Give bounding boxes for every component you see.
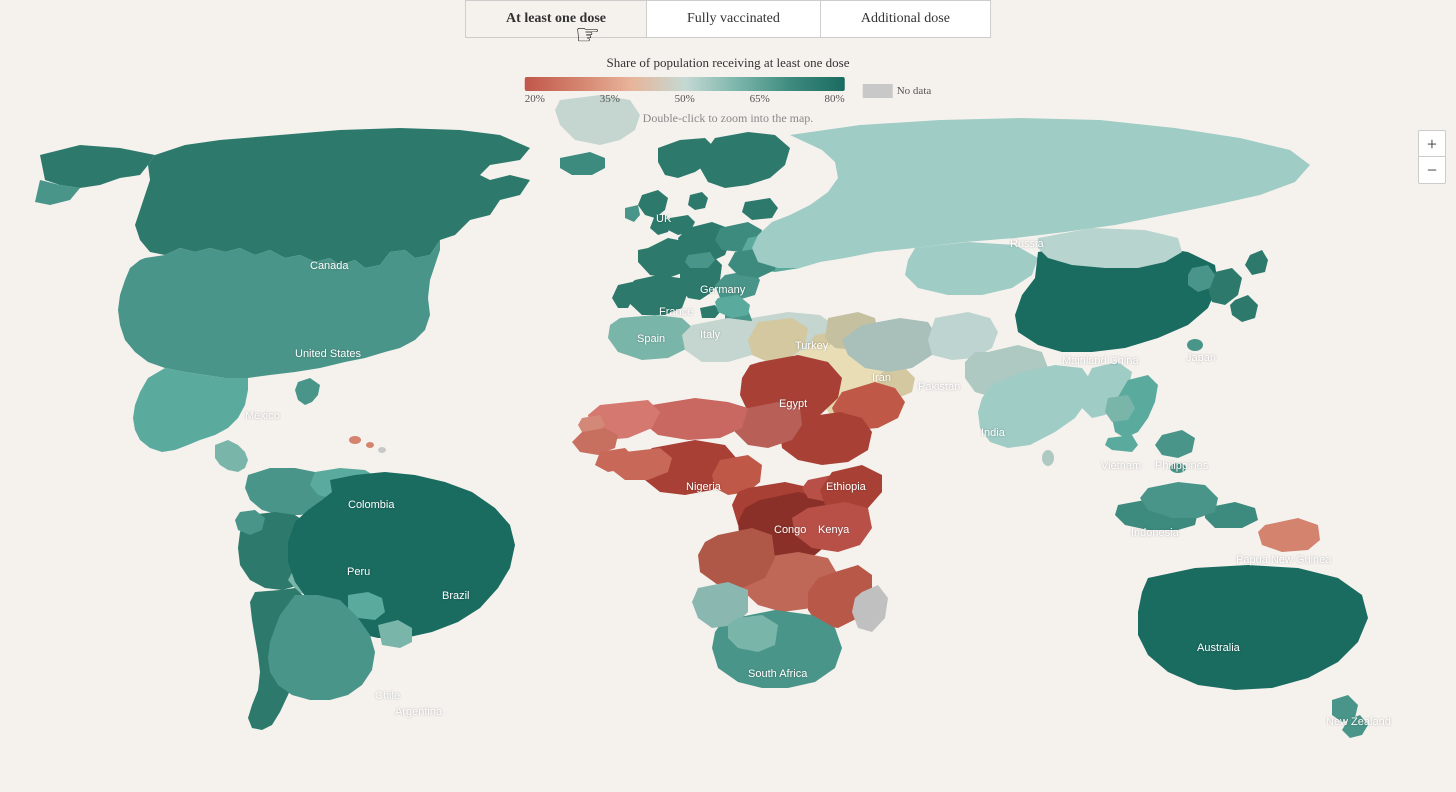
legend-label-20: 20%: [525, 93, 545, 105]
legend: Share of population receiving at least o…: [525, 55, 932, 126]
tab-additional-dose[interactable]: Additional dose: [821, 1, 990, 37]
legend-label-65: 65%: [750, 93, 770, 105]
legend-label-80: 80%: [825, 93, 845, 105]
tabs-container: At least one dose Fully vaccinated Addit…: [465, 0, 991, 38]
legend-labels: 20% 35% 50% 65% 80%: [525, 93, 845, 105]
legend-hint: Double-click to zoom into the map.: [525, 111, 932, 126]
legend-gradient: [525, 77, 845, 91]
zoom-out-button[interactable]: −: [1419, 157, 1445, 183]
legend-no-data: No data: [863, 84, 932, 98]
zoom-controls: + −: [1418, 130, 1446, 184]
legend-title: Share of population receiving at least o…: [525, 55, 932, 71]
tab-fully-vaccinated[interactable]: Fully vaccinated: [647, 1, 821, 37]
tab-at-least-one-dose[interactable]: At least one dose: [466, 1, 647, 37]
legend-label-35: 35%: [600, 93, 620, 105]
legend-no-data-label: No data: [897, 85, 932, 97]
legend-no-data-box: [863, 84, 893, 98]
zoom-in-button[interactable]: +: [1419, 131, 1445, 157]
legend-label-50: 50%: [675, 93, 695, 105]
